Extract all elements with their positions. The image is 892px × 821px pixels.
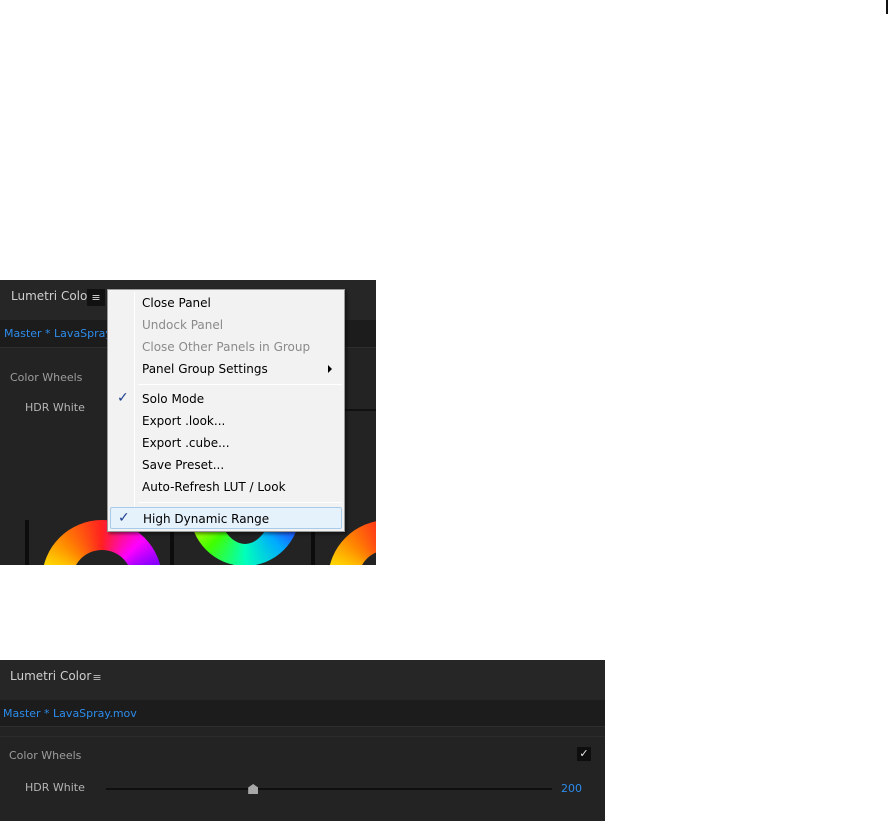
hamburger-icon[interactable]: ≡ (87, 289, 105, 306)
hdr-white-label: HDR White (25, 781, 85, 794)
section-color-wheels[interactable]: Color Wheels (10, 371, 82, 384)
hdr-white-slider-track[interactable] (106, 788, 552, 790)
menu-item-label: Close Other Panels in Group (142, 340, 311, 354)
menu-item-close-panel[interactable]: Close Panel (110, 292, 342, 314)
menu-separator (138, 384, 342, 385)
menu-item-export-cube[interactable]: Export .cube... (110, 432, 342, 454)
panel-title: Lumetri Color (10, 669, 92, 683)
hdr-white-value[interactable]: 200 (561, 782, 582, 795)
edge-mark (886, 0, 888, 14)
menu-item-label: High Dynamic Range (143, 512, 270, 526)
menu-separator (138, 502, 342, 503)
menu-item-undock-panel[interactable]: Undock Panel (110, 314, 342, 336)
submenu-arrow-icon (328, 365, 332, 373)
menu-item-label: Export .cube... (142, 436, 230, 450)
menu-item-label: Save Preset... (142, 458, 225, 472)
hdr-white-slider-track[interactable] (340, 409, 376, 411)
menu-item-label: Panel Group Settings (142, 362, 268, 376)
hdr-white-label: HDR White (25, 401, 85, 414)
menu-item-solo-mode[interactable]: ✓ Solo Mode (110, 388, 342, 410)
menu-item-auto-refresh-lut[interactable]: Auto-Refresh LUT / Look (110, 476, 342, 498)
checkmark-icon: ✓ (117, 390, 129, 406)
menu-item-label: Auto-Refresh LUT / Look (142, 480, 286, 494)
menu-item-label: Solo Mode (142, 392, 205, 406)
menu-item-close-other-panels[interactable]: Close Other Panels in Group (110, 336, 342, 358)
section-divider (0, 736, 605, 737)
clip-label: Master * LavaSpray.mov (3, 707, 137, 720)
checkmark-icon: ✓ (118, 510, 130, 526)
wheel-divider (25, 520, 29, 565)
menu-item-label: Undock Panel (142, 318, 224, 332)
menu-item-export-look[interactable]: Export .look... (110, 410, 342, 432)
menu-item-high-dynamic-range[interactable]: ✓ High Dynamic Range (110, 507, 342, 529)
menu-item-label: Close Panel (142, 296, 211, 310)
menu-item-panel-group-settings[interactable]: Panel Group Settings (110, 358, 342, 380)
panel-context-menu: Close Panel Undock Panel Close Other Pan… (107, 289, 345, 532)
hamburger-icon[interactable]: ≡ (90, 669, 104, 686)
clip-selector[interactable]: Master * LavaSpray.mov (0, 700, 605, 727)
menu-item-save-preset[interactable]: Save Preset... (110, 454, 342, 476)
lumetri-panel-hdr: Lumetri Color ≡ Master * LavaSpray.mov C… (0, 660, 605, 821)
section-color-wheels[interactable]: Color Wheels (9, 749, 81, 762)
color-wheels-enable-checkbox[interactable]: ✓ (577, 747, 591, 761)
menu-item-label: Export .look... (142, 414, 226, 428)
hdr-white-slider-thumb[interactable] (248, 784, 259, 794)
panel-title: Lumetri Color (11, 289, 93, 303)
panel-header: Lumetri Color ≡ (0, 660, 605, 700)
